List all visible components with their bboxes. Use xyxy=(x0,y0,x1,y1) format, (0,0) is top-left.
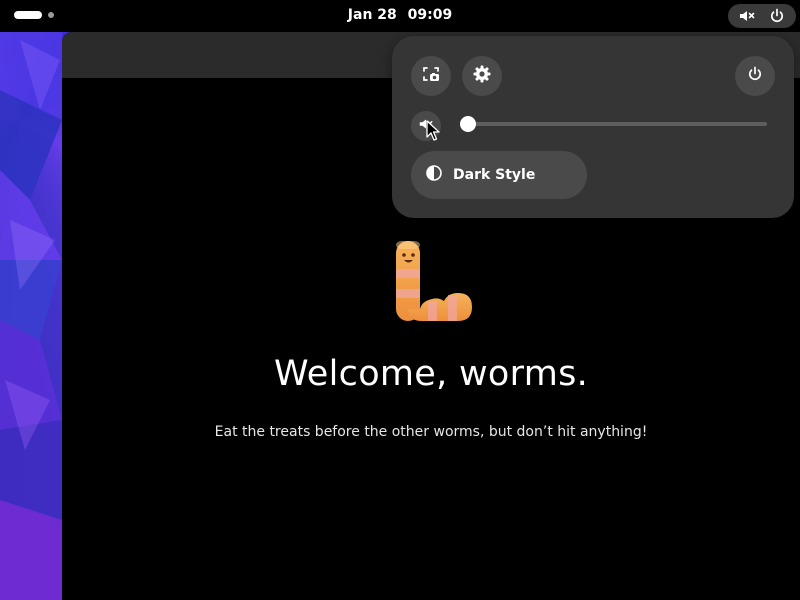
mouse-pointer-icon xyxy=(426,120,440,146)
screenshot-icon xyxy=(421,64,441,88)
clock-date: Jan 28 xyxy=(347,7,397,23)
power-icon xyxy=(746,65,764,87)
worm-icon xyxy=(392,239,474,327)
date-time-button[interactable]: Jan 28 09:09 xyxy=(0,7,800,23)
welcome-title: Welcome, worms. xyxy=(273,354,589,394)
settings-button[interactable] xyxy=(462,56,502,96)
quick-settings-menu: Dark Style xyxy=(392,36,794,218)
power-icon xyxy=(768,7,786,25)
dark-style-label: Dark Style xyxy=(453,167,536,183)
screenshot-button[interactable] xyxy=(411,56,451,96)
settings-icon xyxy=(472,64,492,88)
dark-style-toggle[interactable]: Dark Style xyxy=(411,151,587,199)
top-bar: Jan 28 09:09 xyxy=(0,0,800,32)
audio-muted-icon xyxy=(738,7,756,25)
system-status-button[interactable] xyxy=(728,4,796,28)
welcome-subtitle: Eat the treats before the other worms, b… xyxy=(214,424,648,440)
clock-time: 09:09 xyxy=(407,7,453,23)
dark-mode-icon xyxy=(425,164,443,186)
power-off-button[interactable] xyxy=(735,56,775,96)
volume-slider-handle[interactable] xyxy=(460,116,476,132)
volume-slider[interactable] xyxy=(460,122,767,126)
